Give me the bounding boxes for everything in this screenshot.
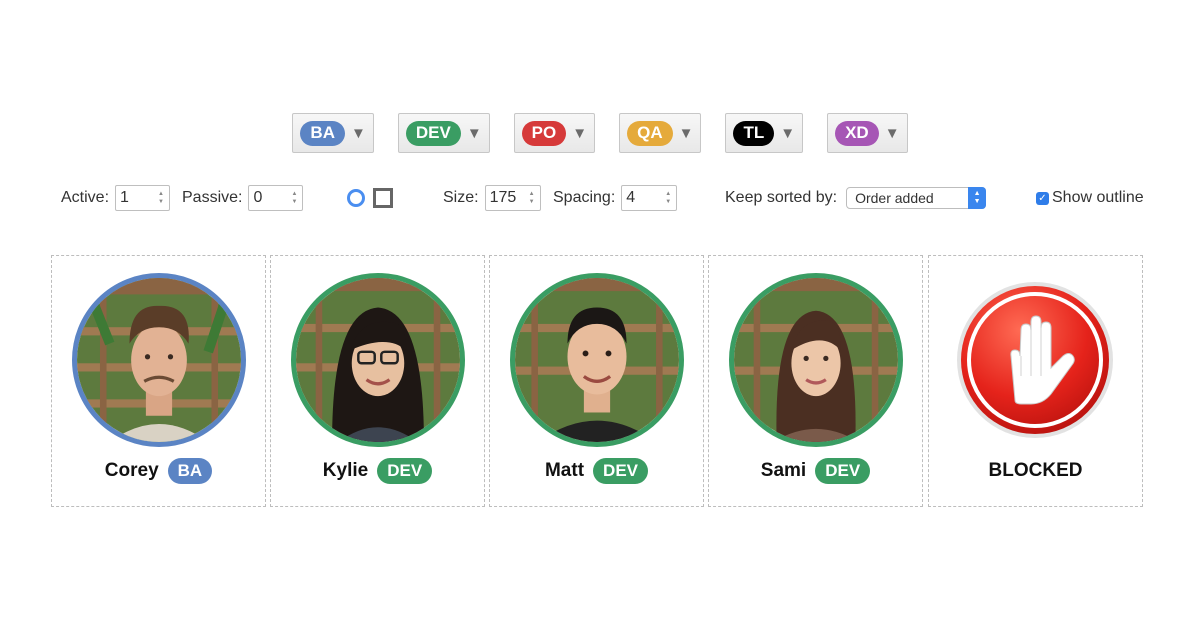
show-outline-label[interactable]: Show outline [1052, 189, 1144, 207]
stop-hand-icon [955, 280, 1115, 440]
spacing-control: Spacing: 4 ▲ ▼ [553, 183, 678, 213]
avatar [291, 273, 465, 447]
person-name: Sami [760, 460, 807, 481]
spacing-label: Spacing: [553, 189, 616, 206]
sort-label: Keep sorted by: [725, 189, 838, 206]
active-control: Active: 1 ▲ ▼ [61, 183, 171, 213]
role-filter-xd[interactable]: XD ▼ [827, 113, 908, 153]
passive-label: Passive: [182, 189, 243, 206]
chevron-down-icon: ▼ [572, 124, 588, 142]
role-filter-po[interactable]: PO ▼ [513, 113, 596, 153]
size-value: 175 [489, 189, 517, 206]
size-label: Size: [443, 189, 479, 206]
spacing-value: 4 [626, 189, 636, 206]
active-stepper[interactable]: 1 ▲ ▼ [115, 185, 171, 211]
role-filter-tl[interactable]: TL ▼ [725, 113, 804, 153]
passive-stepper[interactable]: 0 ▲ ▼ [248, 185, 304, 211]
role-badge: DEV [815, 458, 871, 484]
person-nameline: Sami DEV [709, 456, 922, 486]
square-shape-icon[interactable] [373, 188, 393, 208]
show-outline-checkbox[interactable]: ✓ [1036, 191, 1049, 205]
role-pill-po: PO [521, 120, 567, 146]
spinner-icon[interactable]: ▲ ▼ [290, 191, 298, 205]
spinner-icon[interactable]: ▲ ▼ [157, 191, 165, 205]
chevron-down-icon: ▼ [350, 124, 366, 142]
sort-control: Keep sorted by: Order added ▲ ▼ [725, 183, 987, 213]
spacing-stepper[interactable]: 4 ▲ ▼ [621, 185, 678, 211]
chevron-down-icon: ▼ [884, 124, 900, 142]
role-pill-qa: QA [627, 120, 673, 146]
person-name: Kylie [322, 460, 369, 481]
person-card[interactable]: Corey BA [51, 255, 266, 507]
role-pill-dev: DEV [405, 120, 461, 146]
role-badge: DEV [377, 458, 433, 484]
person-card[interactable]: Matt DEV [489, 255, 704, 507]
person-nameline: Corey BA [52, 456, 265, 486]
spinner-icon[interactable]: ▲ ▼ [528, 191, 536, 205]
blocked-nameline: BLOCKED [929, 456, 1142, 486]
role-filter-ba[interactable]: BA ▼ [292, 113, 374, 153]
sort-value: Order added [855, 190, 934, 206]
chevron-down-icon: ▼ [466, 124, 482, 142]
role-filter-bar: BA ▼ DEV ▼ PO ▼ QA ▼ TL ▼ XD ▼ [0, 113, 1200, 153]
person-name: Matt [544, 460, 585, 481]
role-filter-qa[interactable]: QA ▼ [619, 113, 702, 153]
blocked-label: BLOCKED [988, 460, 1083, 481]
circle-shape-icon[interactable] [347, 189, 365, 207]
spinner-icon[interactable]: ▲ ▼ [664, 191, 672, 205]
avatar [729, 273, 903, 447]
size-stepper[interactable]: 175 ▲ ▼ [484, 185, 541, 211]
active-value: 1 [120, 189, 129, 206]
chevron-down-icon: ▼ [678, 124, 694, 142]
outline-control: ✓ Show outline [1036, 183, 1144, 213]
avatar [72, 273, 246, 447]
select-arrows-icon: ▲ ▼ [968, 187, 987, 209]
role-badge: BA [167, 458, 213, 484]
role-pill-ba: BA [300, 120, 345, 146]
avatar [510, 273, 684, 447]
active-label: Active: [61, 189, 110, 206]
role-badge: DEV [593, 458, 649, 484]
role-filter-dev[interactable]: DEV ▼ [397, 113, 490, 153]
controls-row: Active: 1 ▲ ▼ Passive: 0 ▲ ▼ Size: 175 ▲ ▼ … [0, 183, 1200, 213]
shape-toggle [347, 183, 393, 213]
person-nameline: Kylie DEV [271, 456, 484, 486]
person-nameline: Matt DEV [490, 456, 703, 486]
person-card[interactable]: Sami DEV [708, 255, 923, 507]
size-control: Size: 175 ▲ ▼ [443, 183, 541, 213]
sort-select[interactable]: Order added ▲ ▼ [846, 187, 987, 209]
passive-value: 0 [253, 189, 263, 206]
chevron-down-icon: ▼ [780, 124, 796, 142]
role-pill-tl: TL [733, 120, 775, 146]
role-pill-xd: XD [835, 120, 879, 146]
blocked-card[interactable]: BLOCKED [928, 255, 1143, 507]
person-card[interactable]: Kylie DEV [270, 255, 485, 507]
person-name: Corey [104, 460, 159, 481]
passive-control: Passive: 0 ▲ ▼ [182, 183, 304, 213]
